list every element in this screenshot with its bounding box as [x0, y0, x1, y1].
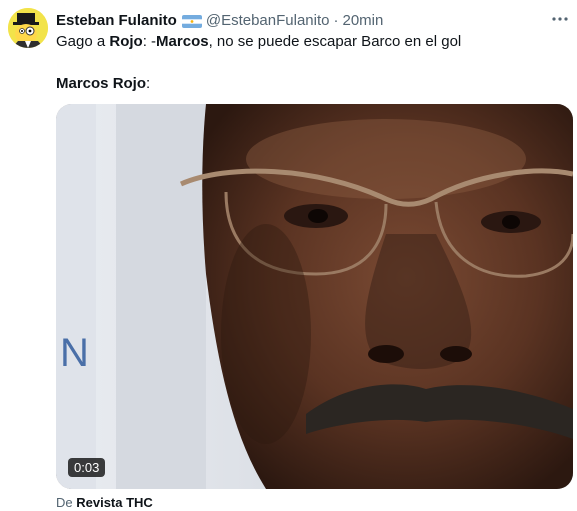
media-source-attribution: De Revista THC: [56, 495, 153, 510]
avatar-illustration: [8, 8, 48, 48]
text-segment: :: [146, 75, 151, 92]
source-prefix: De: [56, 495, 77, 510]
text-segment: , no se puede escapar Barco en el gol: [208, 33, 462, 50]
tweet-text-line1: Gago a Rojo: -Marcos, no se puede escapa…: [56, 33, 461, 50]
timestamp[interactable]: 20min: [342, 12, 383, 29]
background-letter: N: [60, 331, 89, 375]
video-duration: 0:03: [68, 458, 106, 477]
separator-dot: ·: [333, 11, 339, 29]
avatar[interactable]: [8, 8, 48, 48]
more-options-button[interactable]: [549, 8, 571, 30]
text-bold-segment: Marcos Rojo: [56, 75, 147, 92]
video-player[interactable]: N 0:03: [56, 104, 573, 489]
text-segment: Gago a: [56, 33, 110, 50]
text-segment: : -: [142, 33, 157, 50]
author-handle[interactable]: @EstebanFulanito: [206, 12, 330, 29]
tweet-header: Esteban Fulanito @EstebanFulanito · 20mi…: [56, 10, 565, 30]
tweet-text-line2: Marcos Rojo:: [56, 74, 565, 94]
source-link[interactable]: Revista THC: [76, 495, 153, 510]
argentina-flag-icon: [181, 14, 202, 28]
video-frame: N: [56, 104, 573, 489]
text-bold-segment: Marcos: [156, 33, 209, 50]
text-bold-segment: Rojo: [109, 33, 143, 50]
tweet-text: Gago a Rojo: -Marcos, no se puede escapa…: [56, 32, 565, 94]
more-horizontal-icon: [552, 17, 568, 21]
author-name[interactable]: Esteban Fulanito: [56, 12, 177, 29]
